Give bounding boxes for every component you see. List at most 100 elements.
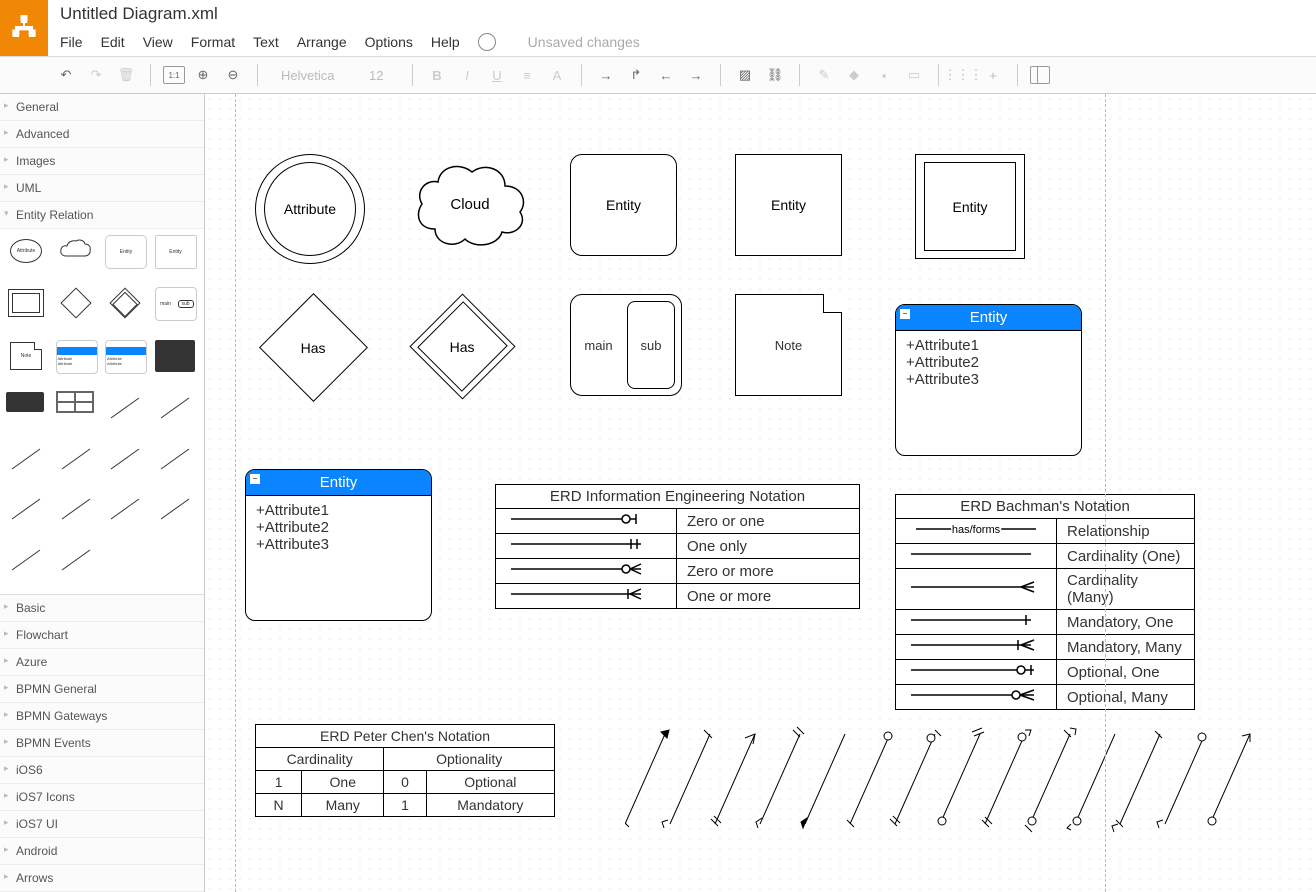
category-general[interactable]: General: [0, 94, 204, 121]
bold-button[interactable]: B: [425, 63, 449, 87]
palette-table-dark2[interactable]: [6, 392, 44, 412]
zoom-fit-button[interactable]: 1:1: [163, 66, 185, 84]
category-ios6[interactable]: iOS6: [0, 757, 204, 784]
font-size-select[interactable]: 12: [358, 65, 400, 86]
font-family-select[interactable]: Helvetica: [270, 65, 352, 86]
category-bpmn-general[interactable]: BPMN General: [0, 676, 204, 703]
menu-options[interactable]: Options: [365, 34, 413, 50]
connector-lines-grid[interactable]: [625, 724, 1285, 844]
palette-has-double-diamond[interactable]: [105, 287, 145, 319]
shape-entity-double-rect[interactable]: Entity: [915, 154, 1025, 259]
document-title[interactable]: Untitled Diagram.xml: [48, 0, 1316, 28]
palette-main-sub[interactable]: mainsub: [155, 287, 197, 321]
palette-entity-table-blue2[interactable]: AttributeAttribute: [105, 340, 147, 374]
connector-straight-button[interactable]: →: [594, 63, 618, 87]
connector-elbow-button[interactable]: ↱: [624, 63, 648, 87]
menu-edit[interactable]: Edit: [101, 34, 125, 50]
palette-table-dark[interactable]: [155, 340, 195, 372]
shapes-sidebar: General Advanced Images UML Entity Relat…: [0, 94, 205, 892]
category-entity-relation[interactable]: Entity Relation: [0, 202, 204, 229]
shape-entity-table-2[interactable]: −Entity +Attribute1 +Attribute2 +Attribu…: [245, 469, 432, 621]
palette-line-8[interactable]: [56, 493, 96, 525]
palette-line-6[interactable]: [155, 443, 195, 475]
palette-table-light[interactable]: [56, 392, 94, 412]
table-ie-notation[interactable]: ERD Information Engineering Notation Zer…: [495, 484, 860, 609]
palette-line-1[interactable]: [105, 392, 145, 424]
palette-entity-rect[interactable]: Entity: [155, 235, 197, 269]
menu-arrange[interactable]: Arrange: [297, 34, 347, 50]
palette-line-12[interactable]: [56, 544, 96, 576]
redo-button[interactable]: ↷: [84, 63, 108, 87]
category-images[interactable]: Images: [0, 148, 204, 175]
table-bachman-notation[interactable]: ERD Bachman's Notation has/formsRelation…: [895, 494, 1195, 710]
menu-help[interactable]: Help: [431, 34, 460, 50]
grid-dots-button[interactable]: ⋮⋮⋮: [951, 63, 975, 87]
category-bpmn-gateways[interactable]: BPMN Gateways: [0, 703, 204, 730]
palette-line-3[interactable]: [6, 443, 46, 475]
palette-line-2[interactable]: [155, 392, 195, 424]
shape-palette: Attribute Entity Entity mainsub Note Att…: [0, 229, 204, 594]
shape-cloud[interactable]: Cloud: [410, 154, 530, 257]
title-bar: Untitled Diagram.xml File Edit View Form…: [0, 0, 1316, 57]
category-flowchart[interactable]: Flowchart: [0, 622, 204, 649]
collapse-icon[interactable]: −: [900, 309, 910, 319]
zoom-in-button[interactable]: ⊕: [191, 63, 215, 87]
font-color-button[interactable]: A: [545, 63, 569, 87]
category-android[interactable]: Android: [0, 838, 204, 865]
grid-cross-button[interactable]: +: [981, 63, 1005, 87]
menu-file[interactable]: File: [60, 34, 83, 50]
app-logo[interactable]: [0, 0, 48, 56]
image-button[interactable]: ▨: [733, 63, 757, 87]
palette-entity-double[interactable]: [6, 287, 46, 319]
palette-line-5[interactable]: [105, 443, 145, 475]
canvas[interactable]: Attribute Cloud Entity Entity Entity Has…: [205, 94, 1316, 892]
palette-has-diamond[interactable]: [56, 287, 96, 319]
menu-format[interactable]: Format: [191, 34, 235, 50]
arrow-end-button[interactable]: →: [684, 63, 708, 87]
italic-button[interactable]: I: [455, 63, 479, 87]
palette-attribute[interactable]: Attribute: [6, 235, 46, 267]
palette-line-10[interactable]: [155, 493, 195, 525]
align-button[interactable]: ≡: [515, 63, 539, 87]
palette-line-11[interactable]: [6, 544, 46, 576]
container-button[interactable]: ▭: [902, 63, 926, 87]
category-ios7-icons[interactable]: iOS7 Icons: [0, 784, 204, 811]
underline-button[interactable]: U: [485, 63, 509, 87]
palette-note[interactable]: Note: [6, 340, 46, 372]
shape-note[interactable]: Note: [735, 294, 842, 396]
menu-view[interactable]: View: [143, 34, 173, 50]
undo-button[interactable]: ↶: [54, 63, 78, 87]
palette-cloud[interactable]: [56, 235, 96, 267]
link-button[interactable]: ⛓: [763, 63, 787, 87]
collapse-icon[interactable]: −: [250, 474, 260, 484]
zoom-out-button[interactable]: ⊖: [221, 63, 245, 87]
palette-line-9[interactable]: [105, 493, 145, 525]
shape-entity-table-1[interactable]: −Entity +Attribute1 +Attribute2 +Attribu…: [895, 304, 1082, 456]
language-icon[interactable]: [478, 33, 496, 51]
category-advanced[interactable]: Advanced: [0, 121, 204, 148]
stroke-color-button[interactable]: ✎: [812, 63, 836, 87]
shape-entity-rounded[interactable]: Entity: [570, 154, 677, 256]
shadow-button[interactable]: ▪: [872, 63, 896, 87]
palette-line-4[interactable]: [56, 443, 96, 475]
shape-has-diamond[interactable]: Has: [259, 293, 368, 402]
category-basic[interactable]: Basic: [0, 595, 204, 622]
shape-attribute-double-circle[interactable]: Attribute: [255, 154, 365, 264]
palette-entity-table-blue[interactable]: AttributeAttribute: [56, 340, 98, 374]
category-azure[interactable]: Azure: [0, 649, 204, 676]
menu-text[interactable]: Text: [253, 34, 279, 50]
palette-line-7[interactable]: [6, 493, 46, 525]
table-chen-notation[interactable]: ERD Peter Chen's Notation CardinalityOpt…: [255, 724, 555, 817]
shape-has-double-diamond[interactable]: Has: [409, 293, 515, 399]
layout-button[interactable]: [1030, 66, 1050, 84]
delete-button[interactable]: 🗑: [114, 63, 138, 87]
category-ios7-ui[interactable]: iOS7 UI: [0, 811, 204, 838]
category-uml[interactable]: UML: [0, 175, 204, 202]
category-bpmn-events[interactable]: BPMN Events: [0, 730, 204, 757]
category-arrows[interactable]: Arrows: [0, 865, 204, 892]
palette-entity-rounded[interactable]: Entity: [105, 235, 147, 269]
fill-color-button[interactable]: ◆: [842, 63, 866, 87]
shape-entity-rect[interactable]: Entity: [735, 154, 842, 256]
shape-main-sub[interactable]: mainsub: [570, 294, 682, 396]
arrow-start-button[interactable]: ←: [654, 63, 678, 87]
